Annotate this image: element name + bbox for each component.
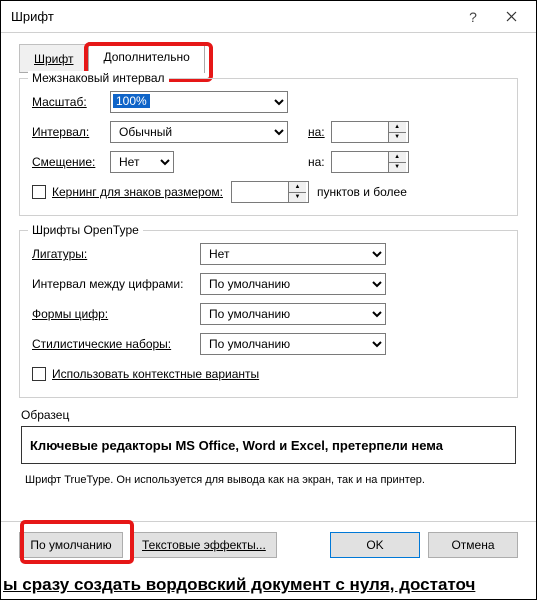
- ok-button[interactable]: OK: [330, 532, 420, 558]
- kerning-spinner[interactable]: ▲▼: [231, 181, 309, 203]
- group-opentype-title: Шрифты OpenType: [28, 223, 143, 237]
- text-effects-button[interactable]: Текстовые эффекты...: [131, 532, 277, 558]
- group-char-spacing-title: Межзнаковый интервал: [28, 71, 169, 85]
- position-label: Смещение:: [32, 155, 110, 169]
- numspacing-label: Интервал между цифрами:: [32, 277, 200, 291]
- spin-down-icon[interactable]: ▼: [389, 133, 406, 143]
- numforms-label: Формы цифр:: [32, 307, 200, 321]
- kerning-tail: пунктов и более: [317, 185, 407, 199]
- kerning-input[interactable]: [232, 182, 288, 202]
- default-button[interactable]: По умолчанию: [19, 532, 123, 558]
- close-icon: [506, 11, 517, 22]
- tab-font[interactable]: Шрифт: [19, 44, 88, 73]
- spin-up-icon[interactable]: ▲: [389, 122, 406, 133]
- close-button[interactable]: [492, 3, 530, 31]
- contextual-label: Использовать контекстные варианты: [52, 367, 259, 381]
- spin-down-icon[interactable]: ▼: [289, 193, 306, 203]
- dialog-footer: По умолчанию Текстовые эффекты... OK Отм…: [1, 521, 536, 567]
- ligatures-combo[interactable]: Нет: [200, 243, 386, 265]
- position-by-label: на:: [308, 155, 325, 169]
- scale-value: 100%: [113, 94, 150, 108]
- group-preview: Образец Ключевые редакторы MS Office, Wo…: [19, 408, 518, 486]
- preview-box: Ключевые редакторы MS Office, Word и Exc…: [21, 426, 516, 464]
- spin-up-icon[interactable]: ▲: [289, 182, 306, 193]
- styleset-label: Стилистические наборы:: [32, 337, 200, 351]
- background-doc-text: ы сразу создать вордовский документ с ну…: [1, 575, 537, 595]
- group-opentype: Шрифты OpenType Лигатуры: Нет Интервал м…: [19, 230, 518, 398]
- group-char-spacing: Межзнаковый интервал Масштаб: 100% Интер…: [19, 78, 518, 216]
- spacing-combo[interactable]: Обычный: [110, 121, 288, 143]
- styleset-combo[interactable]: По умолчанию: [200, 333, 386, 355]
- spacing-by-input[interactable]: [332, 122, 388, 142]
- kerning-label: Кернинг для знаков размером:: [52, 185, 223, 199]
- help-button[interactable]: ?: [454, 3, 492, 31]
- spacing-by-spinner[interactable]: ▲▼: [331, 121, 409, 143]
- spin-down-icon[interactable]: ▼: [389, 163, 406, 173]
- title-bar: Шрифт ?: [1, 1, 536, 33]
- cancel-button[interactable]: Отмена: [428, 532, 518, 558]
- tab-strip: Шрифт Дополнительно: [19, 42, 536, 73]
- tab-advanced[interactable]: Дополнительно: [88, 42, 204, 73]
- window-title: Шрифт: [11, 9, 454, 24]
- scale-label: Масштаб:: [32, 95, 110, 109]
- spacing-by-label: на:: [308, 125, 325, 139]
- numspacing-combo[interactable]: По умолчанию: [200, 273, 386, 295]
- ligatures-label: Лигатуры:: [32, 247, 200, 261]
- numforms-combo[interactable]: По умолчанию: [200, 303, 386, 325]
- preview-label: Образец: [21, 408, 516, 422]
- position-by-input[interactable]: [332, 152, 388, 172]
- preview-hint: Шрифт TrueType. Он используется для выво…: [25, 474, 516, 486]
- kerning-checkbox[interactable]: [32, 185, 46, 199]
- contextual-checkbox[interactable]: [32, 367, 46, 381]
- spin-up-icon[interactable]: ▲: [389, 152, 406, 163]
- position-combo[interactable]: Нет: [110, 151, 174, 173]
- spacing-label: Интервал:: [32, 125, 110, 139]
- position-by-spinner[interactable]: ▲▼: [331, 151, 409, 173]
